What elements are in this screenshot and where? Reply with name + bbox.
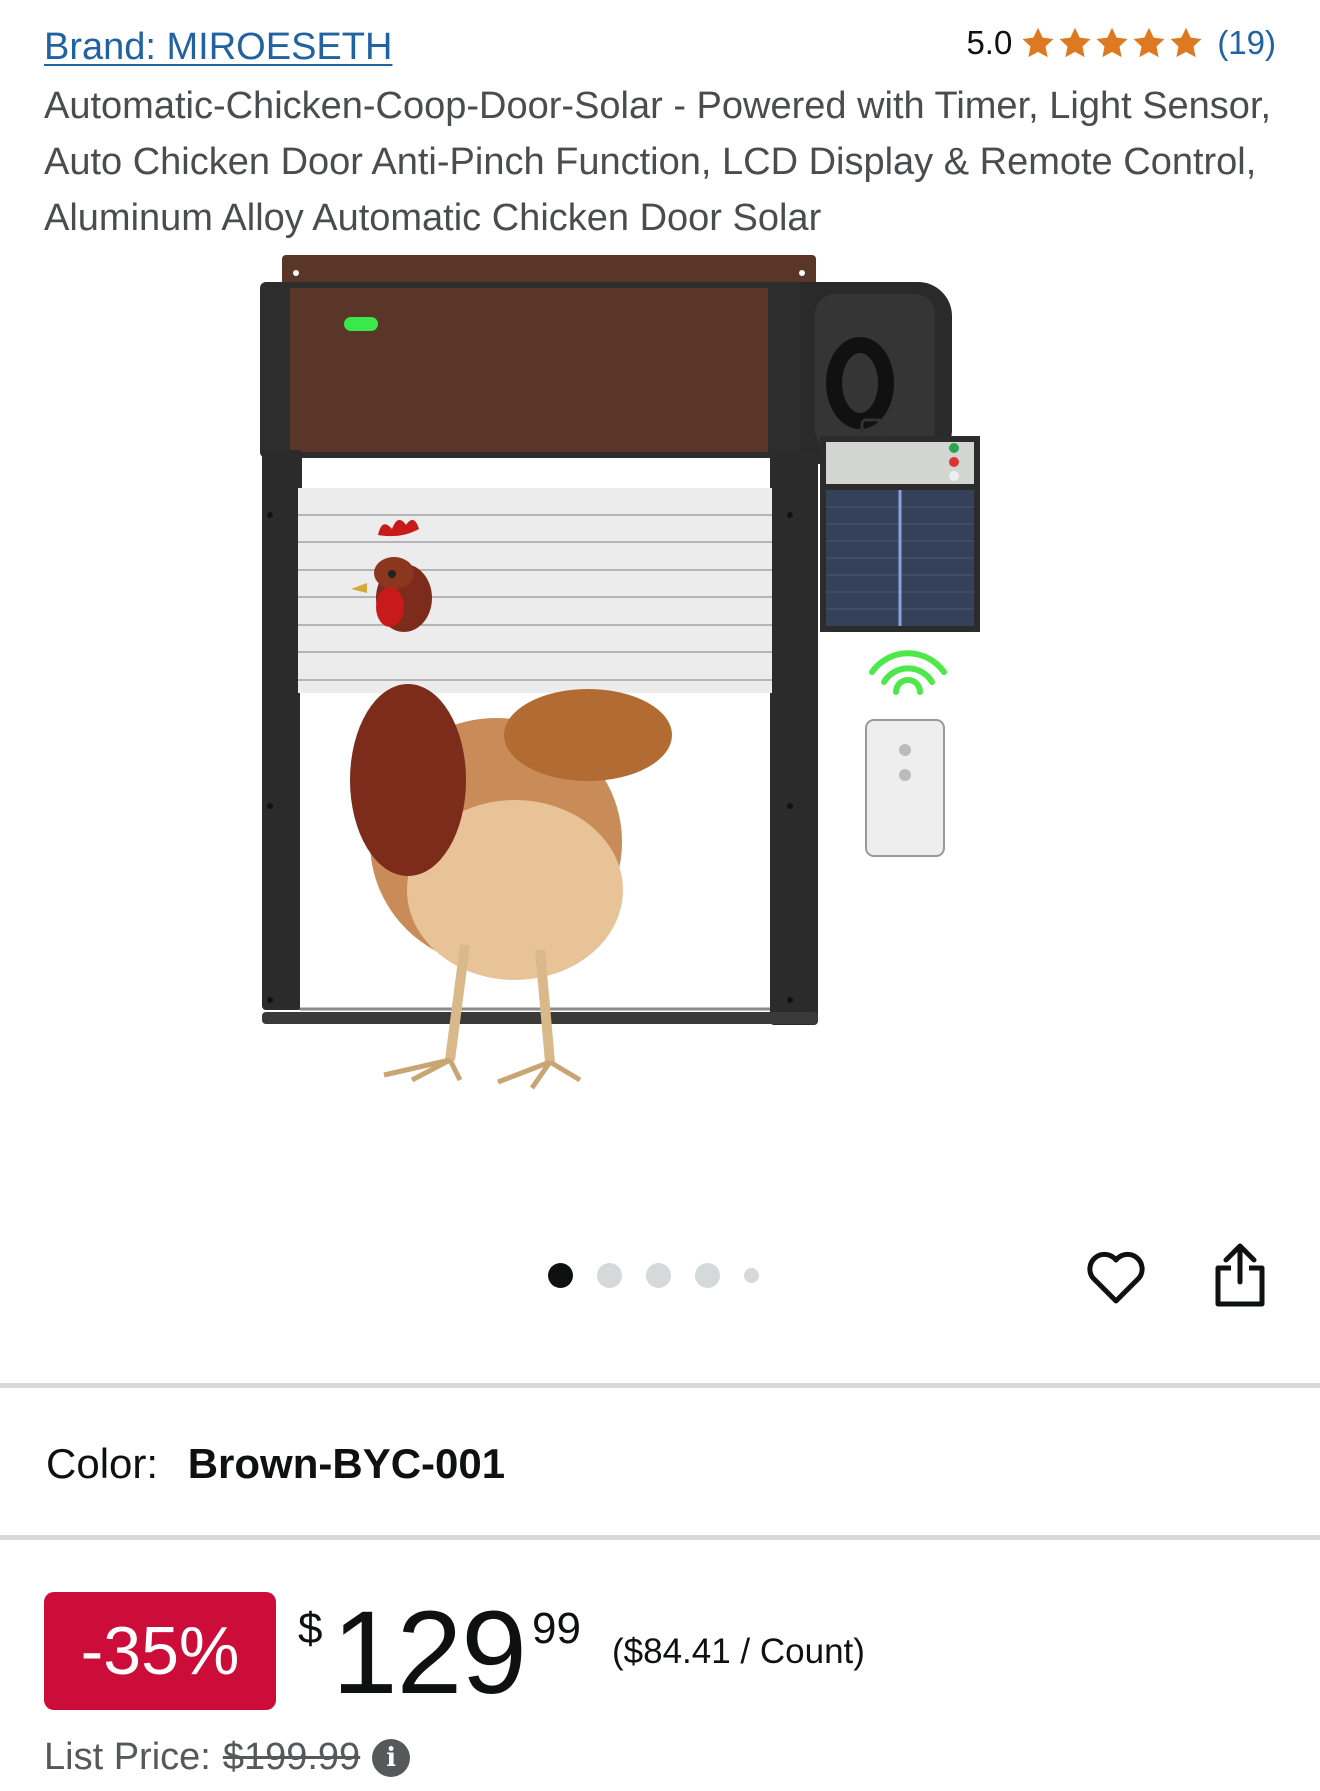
carousel-dot[interactable] [646,1263,671,1288]
remote-control [865,719,945,857]
brand-link[interactable]: Brand: MIROESETH [44,26,392,69]
rating-stars [1020,25,1205,61]
carousel-dot[interactable] [695,1263,720,1288]
star-icon [1096,27,1128,58]
wifi-signal-icon [869,650,947,695]
heart-icon[interactable] [1085,1248,1147,1306]
carousel-dot[interactable] [597,1263,622,1288]
rating-score: 5.0 [966,24,1013,61]
color-value: Brown-BYC-001 [187,1440,506,1487]
divider [0,1383,1320,1388]
star-icon [1059,27,1091,58]
divider [0,1535,1320,1540]
carousel-dots[interactable] [548,1263,783,1288]
product-image[interactable] [240,250,1080,1150]
star-icon [1133,27,1165,58]
price-fraction: 99 [532,1604,581,1653]
list-price: List Price: $199.99 i [44,1736,411,1779]
status-led [344,317,378,331]
rating-summary[interactable]: 5.0 (19) [966,24,1276,62]
carousel-dot[interactable] [548,1263,573,1288]
discount-badge: -35% [44,1592,276,1710]
door-slats [298,488,772,693]
share-icon[interactable] [1212,1242,1268,1308]
door-frame-left [262,450,302,1010]
review-count-link[interactable]: (19) [1217,24,1276,62]
door-frame-right [770,450,818,1025]
top-row: Brand: MIROESETH 5.0 (19) [44,22,1276,72]
color-selector[interactable]: Color: Brown-BYC-001 [46,1440,505,1488]
list-price-label: List Price: [44,1736,211,1778]
star-icon [1022,27,1054,58]
product-title: Automatic-Chicken-Coop-Door-Solar - Powe… [44,85,1272,239]
color-label: Color: [46,1440,159,1487]
list-price-value: $199.99 [222,1736,361,1778]
unit-price: ($84.41 / Count) [612,1632,865,1671]
star-icon [1170,27,1202,58]
price-currency: $ [298,1604,323,1653]
carousel-dot[interactable] [744,1268,759,1283]
solar-panel-unit [820,418,980,632]
info-icon[interactable]: i [372,1738,411,1777]
price-whole: 129 [332,1587,527,1719]
door-top-tab [282,255,816,285]
